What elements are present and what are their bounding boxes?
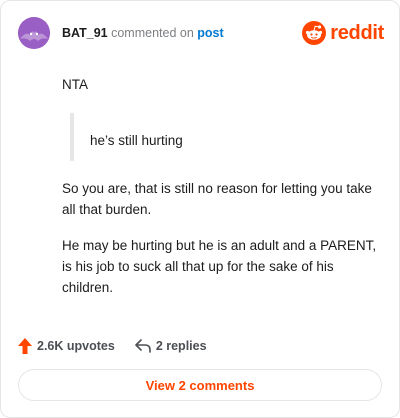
reddit-wordmark: reddit xyxy=(330,21,384,44)
avatar[interactable] xyxy=(18,17,50,49)
reddit-logo[interactable]: reddit xyxy=(302,21,384,45)
avatar-bat-icon xyxy=(18,17,50,49)
comment-header: BAT_91 commented on post reddit xyxy=(18,17,384,49)
replies-count: 2 replies xyxy=(155,339,207,353)
replies-button[interactable]: 2 replies xyxy=(135,339,207,353)
comment-meta: BAT_91 commented on post xyxy=(62,26,224,40)
upvote-count: 2.6K upvotes xyxy=(37,339,115,353)
comment-paragraph-1: So you are, that is still no reason for … xyxy=(62,181,372,217)
reddit-snoo-icon xyxy=(302,21,327,45)
comment-opening: NTA xyxy=(62,77,88,92)
upvote-button[interactable]: 2.6K upvotes xyxy=(18,338,115,354)
quote-text: he’s still hurting xyxy=(90,133,183,148)
blockquote: he’s still hurting xyxy=(70,113,374,161)
comment-actions: 2.6K upvotes 2 replies xyxy=(18,336,207,356)
comment-paragraph-2: He may be hurting but he is an adult and… xyxy=(62,238,377,295)
comment-card: BAT_91 commented on post reddit NTA he’s… xyxy=(0,0,400,418)
upvote-arrow-icon xyxy=(18,338,32,354)
view-comments-button[interactable]: View 2 comments xyxy=(18,369,382,401)
post-link[interactable]: post xyxy=(197,26,223,40)
username[interactable]: BAT_91 xyxy=(62,26,108,40)
reply-arrow-icon xyxy=(135,339,151,353)
commented-on-label: commented on xyxy=(111,26,194,40)
